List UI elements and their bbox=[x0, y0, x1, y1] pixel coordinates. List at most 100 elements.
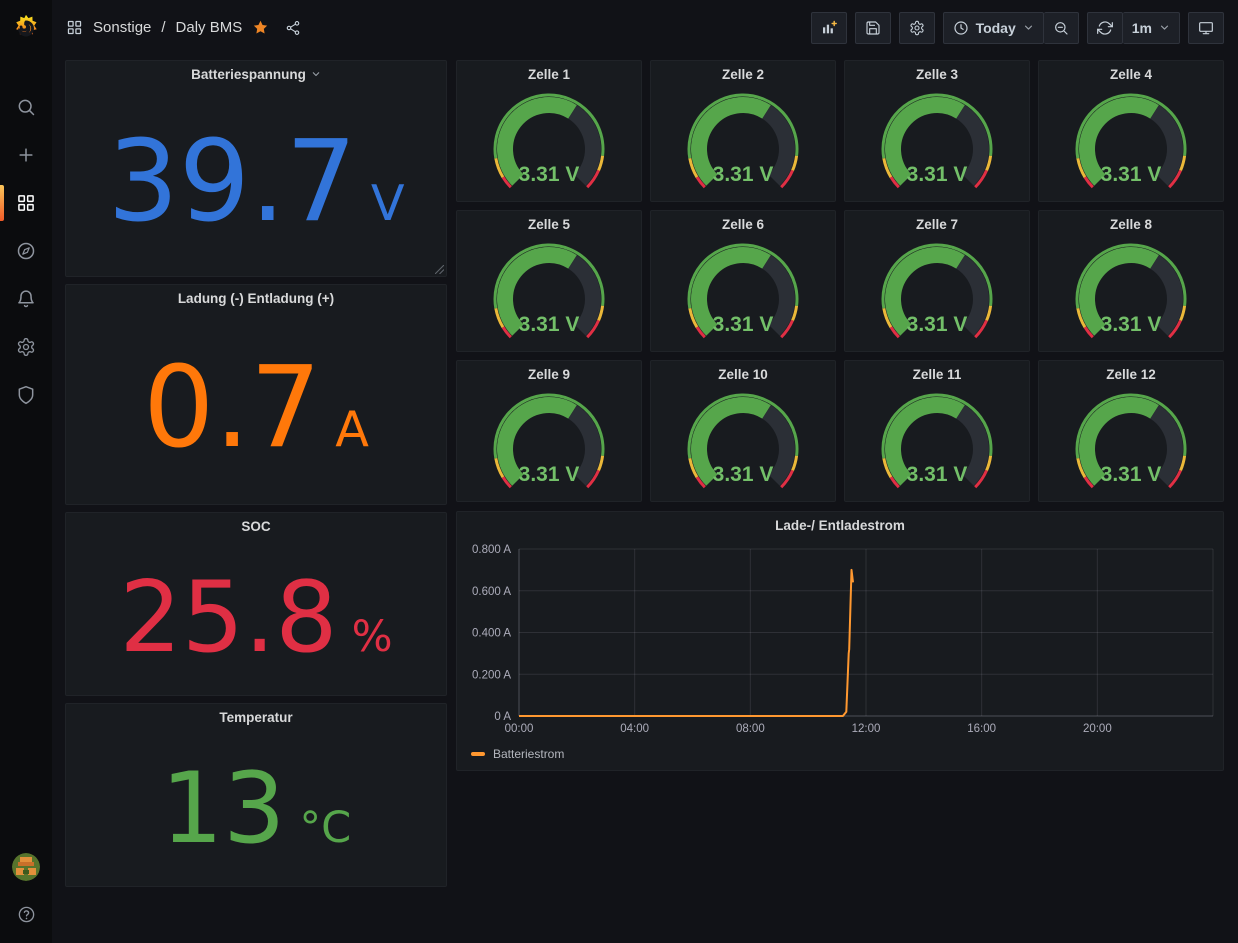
panel-title[interactable]: Zelle 7 bbox=[845, 211, 1029, 238]
panel-soc: SOC 25.8 % bbox=[65, 512, 447, 696]
settings-gear-icon bbox=[909, 20, 925, 36]
panel-title-text: Temperatur bbox=[219, 710, 292, 725]
y-axis-tick-label: 0.600 A bbox=[472, 586, 511, 598]
panel-title[interactable]: Zelle 12 bbox=[1039, 361, 1223, 388]
panel-title[interactable]: Zelle 1 bbox=[457, 61, 641, 88]
sidebar-item-help[interactable] bbox=[12, 899, 40, 929]
panel-title[interactable]: Temperatur bbox=[66, 704, 446, 731]
breadcrumb-folder[interactable]: Sonstige bbox=[93, 19, 151, 36]
server-admin-shield-icon bbox=[16, 385, 36, 405]
gauge-value: 3.31 V bbox=[713, 313, 774, 336]
panel-title[interactable]: Zelle 3 bbox=[845, 61, 1029, 88]
panel-title-text: Zelle 11 bbox=[913, 367, 962, 382]
gauge-body: 3.31 V bbox=[457, 88, 641, 201]
user-avatar[interactable] bbox=[12, 853, 40, 881]
refresh-interval-picker[interactable]: 1m bbox=[1123, 12, 1180, 44]
panel-title-text: Zelle 2 bbox=[722, 67, 764, 82]
dashboard-toolbar: Today 1m bbox=[811, 12, 1224, 44]
gauge-value: 3.31 V bbox=[907, 463, 968, 486]
sidebar-item-search[interactable] bbox=[0, 83, 52, 131]
panel-zelle-11: Zelle 11 3.31 V bbox=[844, 360, 1030, 502]
gauge: 3.31 V bbox=[1056, 389, 1206, 501]
monitor-icon bbox=[1198, 20, 1214, 36]
panel-temperatur: Temperatur 13 °C bbox=[65, 703, 447, 887]
stat-value: 13 bbox=[161, 752, 286, 866]
panel-menu-caret-icon bbox=[311, 69, 321, 79]
sidebar-item-alerting[interactable] bbox=[0, 275, 52, 323]
gauge-body: 3.31 V bbox=[651, 88, 835, 201]
panel-title-text: Ladung (-) Entladung (+) bbox=[178, 291, 334, 306]
time-range-label: Today bbox=[976, 20, 1016, 36]
grafana-logo[interactable] bbox=[0, 0, 52, 55]
panel-zelle-10: Zelle 10 3.31 V bbox=[650, 360, 836, 502]
x-axis-tick-label: 20:00 bbox=[1083, 723, 1112, 735]
gauge-body: 3.31 V bbox=[845, 88, 1029, 201]
dashboard-settings-button[interactable] bbox=[899, 12, 935, 44]
panel-title[interactable]: Zelle 6 bbox=[651, 211, 835, 238]
panel-zelle-5: Zelle 53.31 V bbox=[456, 210, 642, 352]
save-dashboard-button[interactable] bbox=[855, 12, 891, 44]
dashboards-icon bbox=[16, 193, 36, 213]
panel-title-text: Zelle 10 bbox=[718, 367, 768, 382]
breadcrumb-dashboard-title[interactable]: Daly BMS bbox=[176, 19, 243, 36]
gauge: 3.31 V bbox=[862, 389, 1012, 501]
gauge-value: 3.31 V bbox=[713, 463, 774, 486]
legend-item-batteriestrom[interactable]: Batteriestrom bbox=[457, 744, 1223, 770]
time-range-picker[interactable]: Today bbox=[943, 12, 1044, 44]
y-axis-tick-label: 0.200 A bbox=[472, 669, 511, 681]
gauge: 3.31 V bbox=[862, 239, 1012, 351]
panel-batteriespannung: Batteriespannung 39.7 V bbox=[65, 60, 447, 277]
panel-zelle-1: Zelle 1 3.31 V bbox=[456, 60, 642, 202]
panel-resize-handle[interactable] bbox=[435, 265, 444, 274]
panel-title-text: Zelle 8 bbox=[1110, 217, 1152, 232]
gauge-body: 3.31 V bbox=[1039, 238, 1223, 351]
gauge-value: 3.31 V bbox=[519, 463, 580, 486]
favorite-star-icon[interactable] bbox=[252, 19, 269, 36]
x-axis-tick-label: 16:00 bbox=[967, 723, 996, 735]
panel-title[interactable]: Zelle 4 bbox=[1039, 61, 1223, 88]
panel-title[interactable]: Batteriespannung bbox=[66, 61, 446, 88]
panel-title[interactable]: Lade-/ Entladestrom bbox=[457, 512, 1223, 539]
refresh-button[interactable] bbox=[1087, 12, 1123, 44]
sidebar-item-create[interactable] bbox=[0, 131, 52, 179]
legend-label: Batteriestrom bbox=[493, 747, 564, 761]
dashboard-grid: Batteriespannung 39.7 V Ladung (-) Entla… bbox=[52, 55, 1238, 907]
panel-title-text: Zelle 7 bbox=[916, 217, 958, 232]
gauge-value: 3.31 V bbox=[519, 163, 580, 186]
panel-title[interactable]: Ladung (-) Entladung (+) bbox=[66, 285, 446, 312]
chart-plot[interactable]: 0 A0.200 A0.400 A0.600 A0.800 A00:0004:0… bbox=[457, 539, 1223, 744]
sidebar-item-server-admin[interactable] bbox=[0, 371, 52, 419]
gauge: 3.31 V bbox=[668, 389, 818, 501]
panel-zelle-12: Zelle 12 3.31 V bbox=[1038, 360, 1224, 502]
panel-title[interactable]: Zelle 5 bbox=[457, 211, 641, 238]
stat-unit: A bbox=[335, 400, 369, 458]
gauge-value: 3.31 V bbox=[1101, 163, 1162, 186]
alerting-bell-icon bbox=[16, 289, 36, 309]
panel-title[interactable]: SOC bbox=[66, 513, 446, 540]
sidebar-item-configuration[interactable] bbox=[0, 323, 52, 371]
add-panel-button[interactable] bbox=[811, 12, 847, 44]
create-icon bbox=[16, 145, 36, 165]
cycle-view-mode-button[interactable] bbox=[1188, 12, 1224, 44]
gauge-value: 3.31 V bbox=[1101, 313, 1162, 336]
top-navbar: Sonstige / Daly BMS Today bbox=[52, 0, 1238, 55]
share-icon[interactable] bbox=[285, 20, 301, 36]
chevron-down-icon bbox=[1159, 22, 1170, 33]
panel-title[interactable]: Zelle 2 bbox=[651, 61, 835, 88]
panel-title[interactable]: Zelle 10 bbox=[651, 361, 835, 388]
panel-zelle-9: Zelle 9 3.31 V bbox=[456, 360, 642, 502]
gauge: 3.31 V bbox=[474, 389, 624, 501]
sidebar-item-dashboards[interactable] bbox=[0, 179, 52, 227]
panel-ladung-entladung: Ladung (-) Entladung (+) 0.7 A bbox=[65, 284, 447, 505]
sidebar-item-explore[interactable] bbox=[0, 227, 52, 275]
stat-value: 0.7 bbox=[143, 343, 321, 473]
panel-title[interactable]: Zelle 9 bbox=[457, 361, 641, 388]
panel-title[interactable]: Zelle 11 bbox=[845, 361, 1029, 388]
panel-title[interactable]: Zelle 8 bbox=[1039, 211, 1223, 238]
breadcrumb: Sonstige / Daly BMS bbox=[66, 19, 301, 36]
gauge-body: 3.31 V bbox=[1039, 88, 1223, 201]
zoom-out-time-button[interactable] bbox=[1044, 12, 1079, 44]
gauge-value: 3.31 V bbox=[713, 163, 774, 186]
panel-title-text: Zelle 12 bbox=[1106, 367, 1156, 382]
y-axis-tick-label: 0.400 A bbox=[472, 628, 511, 640]
